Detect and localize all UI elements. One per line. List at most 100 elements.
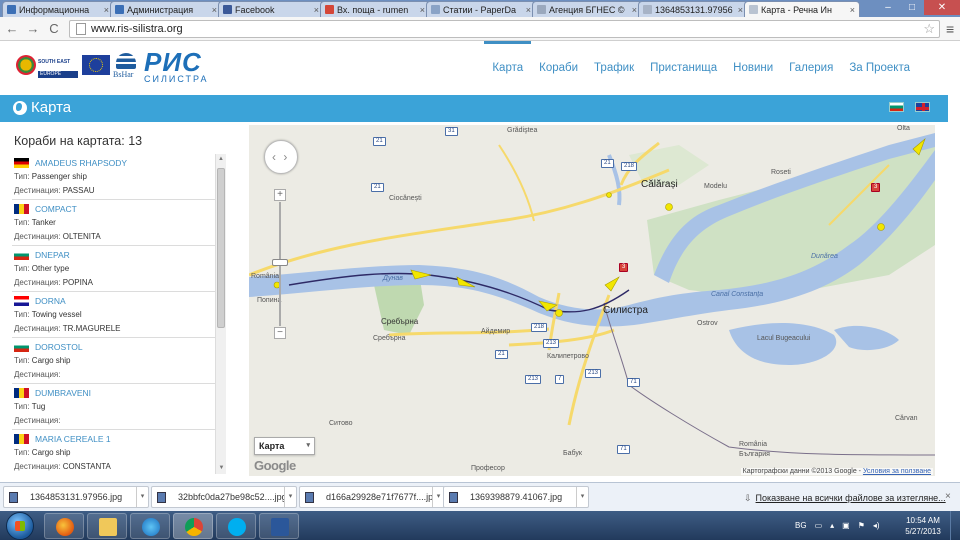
map-label: Canal Constanța [711,291,764,298]
language-indicator[interactable]: BG [795,521,807,530]
nav-item-gallery[interactable]: Галерия [781,41,841,95]
ship-name-link[interactable]: DNEPAR [35,250,70,260]
show-desktop-button[interactable] [950,511,960,540]
zoom-out-button[interactable]: − [274,327,286,339]
ship-list-item[interactable]: DNEPAR Тип: Other type Дестинация: POPINA [12,246,215,292]
tray-arrow-icon[interactable]: ▴ [830,521,834,530]
close-shelf-icon[interactable]: × [945,491,951,502]
taskbar-ie-button[interactable] [130,513,170,539]
start-button[interactable] [6,512,34,540]
tab-close-icon[interactable]: × [850,5,855,15]
language-en-flag-icon[interactable] [915,102,930,112]
browser-tab[interactable]: Информационна × [2,1,114,17]
taskbar-explorer-button[interactable] [87,513,127,539]
ship-name-link[interactable]: DORNA [35,296,66,306]
reload-button[interactable]: C [45,21,63,36]
tab-close-icon[interactable]: × [212,5,217,15]
ship-dest-label: Дестинация: [14,416,61,425]
ship-type-row: Тип: Towing vessel [12,308,215,322]
nav-item-map[interactable]: Карта [484,41,531,95]
taskbar-chrome-button[interactable] [173,513,213,539]
ship-name-link[interactable]: COMPACT [35,204,77,214]
browser-tab[interactable]: Вх. поща - rumen × [320,1,430,17]
window-controls: – □ ✕ [876,0,960,15]
ship-list-item[interactable]: DOROSTOL Тип: Cargo ship Дестинация: [12,338,215,384]
ship-list-item[interactable]: AMADEUS RHAPSODY Тип: Passenger ship Дести… [12,154,215,200]
map-pan-control[interactable] [264,140,298,174]
taskbar-word-button[interactable] [259,513,299,539]
scroll-thumb[interactable] [217,168,225,328]
browser-tab-bar: Информационна × Администрация × Facebook × … [0,0,960,17]
road-shield: 71 [617,445,630,454]
maximize-button[interactable]: □ [900,0,924,15]
terms-link[interactable]: Условия за ползване [863,468,931,475]
download-item[interactable]: 1369398879.41067.jpg ▾ [443,486,589,508]
chevron-down-icon[interactable]: ▾ [284,487,296,507]
nav-item-news[interactable]: Новини [725,41,781,95]
ship-name-link[interactable]: DOROSTOL [35,342,83,352]
scroll-up-icon[interactable]: ▲ [216,154,226,165]
download-item[interactable]: 1364853131.97956.jpg ▾ [3,486,149,508]
browser-tab[interactable]: Агенция БГНЕС © × [532,1,642,17]
window-close-button[interactable]: ✕ [924,0,960,15]
keyboard-icon[interactable]: ▭ [815,521,823,530]
ship-type-row: Тип: Cargo ship [12,446,215,460]
nav-item-ships[interactable]: Кораби [531,41,586,95]
browser-menu-button[interactable]: ≡ [940,21,960,37]
taskbar-firefox-button[interactable] [44,513,84,539]
nav-item-traffic[interactable]: Трафик [586,41,642,95]
forward-button[interactable]: → [24,21,42,36]
ship-flag-icon [14,434,29,444]
taskbar-skype-button[interactable] [216,513,256,539]
logo-se-text: SOUTH EAST [38,59,71,65]
ship-list-item[interactable]: MARIA CEREALE 1 Тип: Cargo ship Дестинация… [12,430,215,472]
url-input[interactable]: www.ris-silistra.org ☆ [68,19,941,38]
tab-close-icon[interactable]: × [526,5,531,15]
download-item[interactable]: d166a29928e71f7677f....jpg ▾ [299,486,445,508]
browser-tab[interactable]: Статии - PaperDa × [426,1,536,17]
bshar-logo: BsHar [113,53,139,81]
scroll-down-icon[interactable]: ▼ [216,463,227,474]
show-all-downloads-link[interactable]: ⇩ Показване на всички файлове за изтеглян… [744,493,946,504]
browser-tab[interactable]: Администрация × [110,1,222,17]
tab-close-icon[interactable]: × [632,5,637,15]
network-icon[interactable]: ▣ [842,521,850,530]
minimize-button[interactable]: – [876,0,900,15]
ris-silistra-logo[interactable]: РИС СИЛИСТРА [144,49,222,84]
zoom-slider-knob[interactable] [272,259,288,266]
tab-close-icon[interactable]: × [420,5,425,15]
map-label: Бабук [563,450,582,457]
tab-close-icon[interactable]: × [104,5,109,15]
ship-map[interactable]: Grădiştea Ciocănești Călărași Modelu Ros… [249,125,935,476]
ship-list-item[interactable]: DUMBRAVENI Тип: Tug Дестинация: [12,384,215,430]
ship-name-link[interactable]: MARIA CEREALE 1 [35,434,111,444]
language-bg-flag-icon[interactable] [889,102,904,112]
ship-name-link[interactable]: AMADEUS RHAPSODY [35,158,127,168]
browser-tab[interactable]: 1364853131.97956 × [638,1,748,17]
flag-icon[interactable]: ⚑ [858,521,865,530]
globe-icon [13,101,27,115]
tab-close-icon[interactable]: × [314,5,319,15]
taskbar-clock[interactable]: 10:54 AM 5/27/2013 [900,515,946,537]
browser-tab[interactable]: Facebook × [218,1,324,17]
chevron-down-icon[interactable]: ▾ [576,487,588,507]
ship-type-row: Тип: Cargo ship [12,354,215,368]
road-shield: 213 [525,375,542,384]
nav-item-ports[interactable]: Пристанища [642,41,725,95]
map-type-dropdown[interactable]: Карта ▾ [254,437,315,455]
ship-list-item[interactable]: COMPACT Тип: Tanker Дестинация: OLTENITA [12,200,215,246]
ship-list-item[interactable]: DORNA Тип: Towing vessel Дестинация: TR.MA… [12,292,215,338]
ships-scrollbar[interactable]: ▲ ▼ [215,154,226,474]
bookmark-star-icon[interactable]: ☆ [923,21,935,37]
nav-item-about[interactable]: За Проекта [841,41,918,95]
tab-close-icon[interactable]: × [738,5,743,15]
south-east-europe-logo[interactable]: SOUTH EAST EUROPE [16,55,78,79]
chevron-down-icon[interactable]: ▾ [136,487,148,507]
map-label: Lacul Bugeacului [757,335,811,342]
download-item[interactable]: 32bbfc0da27be98c52....jpg ▾ [151,486,297,508]
volume-icon[interactable]: ◂) [873,521,880,530]
browser-tab-active[interactable]: Карта - Речна Ин × [744,1,860,17]
zoom-in-button[interactable]: + [274,189,286,201]
back-button[interactable]: ← [3,21,21,36]
ship-name-link[interactable]: DUMBRAVENI [35,388,91,398]
